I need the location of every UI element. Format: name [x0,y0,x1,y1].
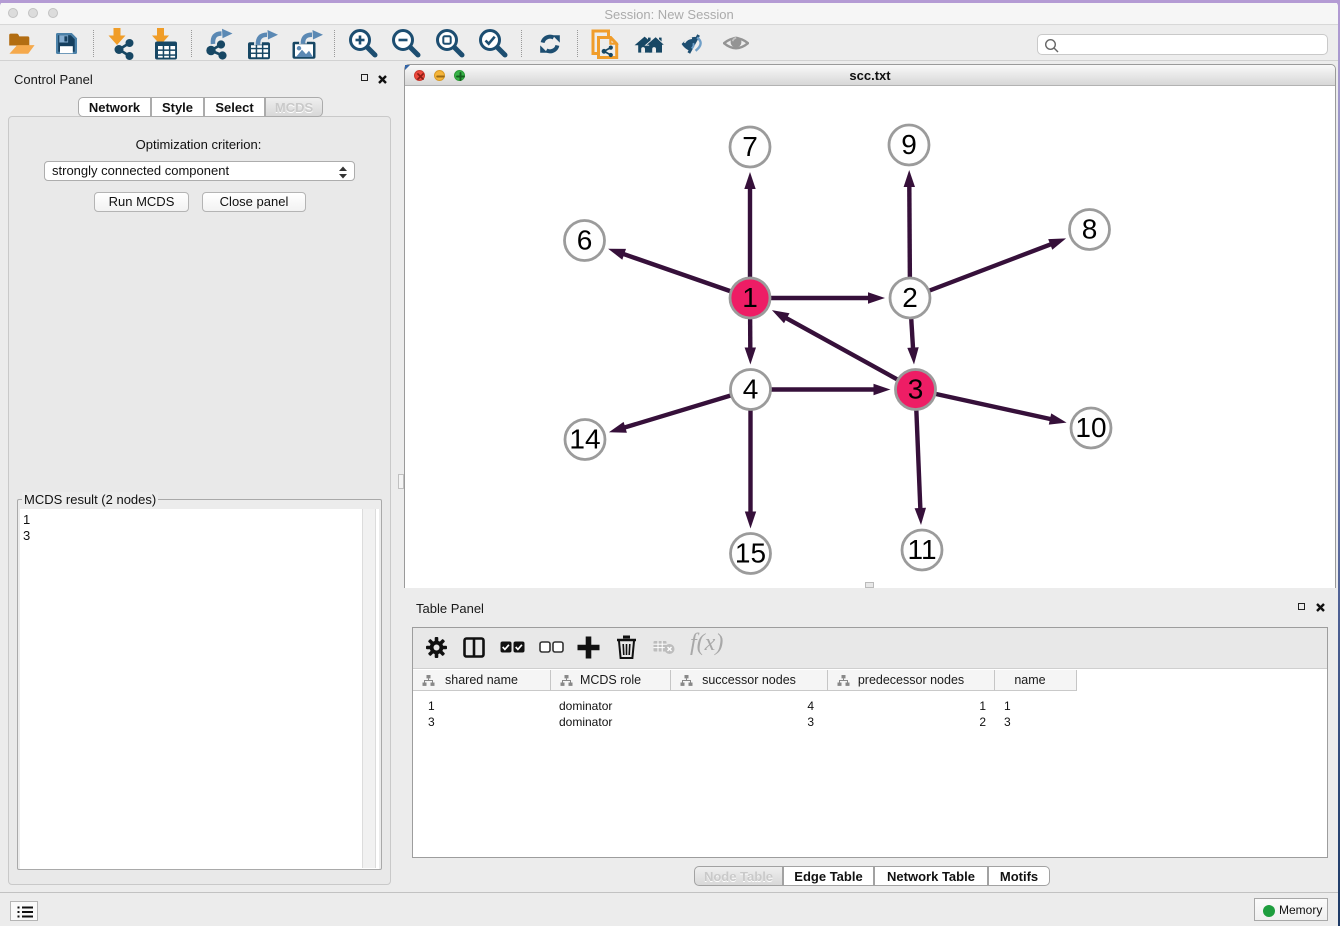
svg-text:1: 1 [742,282,758,313]
svg-text:6: 6 [577,225,593,256]
svg-text:2: 2 [902,282,918,313]
svg-text:7: 7 [742,131,758,162]
svg-text:4: 4 [743,374,759,405]
svg-text:9: 9 [901,129,917,160]
svg-text:11: 11 [907,534,936,565]
svg-text:15: 15 [735,538,766,569]
svg-text:14: 14 [569,424,600,455]
svg-text:3: 3 [908,374,924,405]
svg-text:8: 8 [1082,214,1098,245]
svg-text:10: 10 [1075,412,1106,443]
